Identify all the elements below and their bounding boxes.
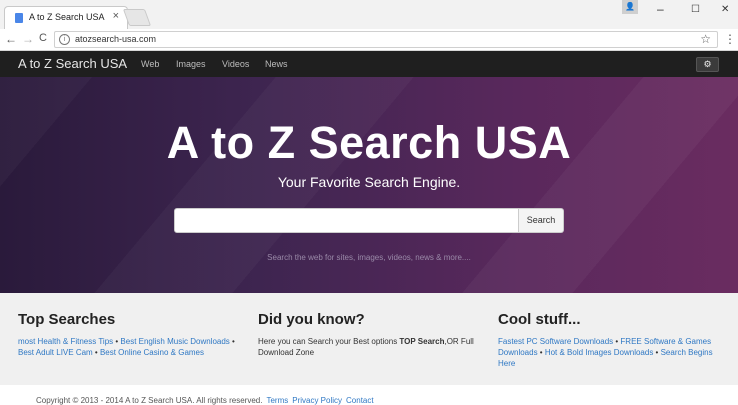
footer-link-privacy[interactable]: Privacy Policy <box>292 396 342 405</box>
browser-menu-icon[interactable]: ⋮ <box>724 32 736 46</box>
address-bar[interactable]: i atozsearch-usa.com ☆ <box>54 31 718 48</box>
top-searches-links: most Health & Fitness Tips • Best Englis… <box>18 337 235 357</box>
hero-title: A to Z Search USA <box>166 117 572 168</box>
cool-stuff-link[interactable]: Fastest PC Software Downloads <box>498 337 613 346</box>
nav-link-videos[interactable]: Videos <box>222 59 249 69</box>
maximize-button[interactable]: ☐ <box>691 4 700 15</box>
did-you-know-text-start: Here you can Search your Best options <box>258 337 400 346</box>
footer-link-contact[interactable]: Contact <box>346 396 374 405</box>
user-profile-icon[interactable]: 👤 <box>622 0 638 14</box>
top-search-link[interactable]: most Health & Fitness Tips <box>18 337 113 346</box>
cool-stuff-heading: Cool stuff... <box>498 311 581 328</box>
top-searches-column: Top Searches most Health & Fitness Tips … <box>18 311 243 358</box>
did-you-know-bold: TOP Search <box>399 337 445 346</box>
did-you-know-heading: Did you know? <box>258 311 365 328</box>
top-search-link[interactable]: Best English Music Downloads <box>120 337 229 346</box>
nav-link-web[interactable]: Web <box>141 59 159 69</box>
brand-link[interactable]: A to Z Search USA <box>18 56 127 71</box>
site-info-icon[interactable]: i <box>59 34 70 45</box>
site-navbar: A to Z Search USA Web Images Videos News… <box>0 51 738 77</box>
back-arrow-icon[interactable]: ← <box>5 32 17 46</box>
browser-tabstrip: A to Z Search USA × 👤 – ☐ ✕ <box>0 0 738 29</box>
cool-stuff-link[interactable]: Hot & Bold Images Downloads <box>545 348 654 357</box>
page-footer: Copyright © 2013 - 2014 A to Z Search US… <box>0 385 738 405</box>
footer-link-terms[interactable]: Terms <box>266 396 288 405</box>
hero-section: A to Z Search USA Your Favorite Search E… <box>0 77 738 293</box>
top-searches-heading: Top Searches <box>18 311 116 328</box>
settings-gear-icon[interactable]: ⚙ <box>696 57 719 72</box>
copyright-text: Copyright © 2013 - 2014 A to Z Search US… <box>36 396 263 405</box>
footer-line: Copyright © 2013 - 2014 A to Z Search US… <box>36 396 374 405</box>
tab-close-icon[interactable]: × <box>113 10 119 22</box>
browser-toolbar: ← → C i atozsearch-usa.com ☆ ⋮ <box>0 29 738 51</box>
nav-link-news[interactable]: News <box>265 59 288 69</box>
browser-tab[interactable]: A to Z Search USA × <box>4 6 128 29</box>
forward-arrow-icon[interactable]: → <box>22 32 34 46</box>
cool-stuff-links: Fastest PC Software Downloads • FREE Sof… <box>498 337 713 368</box>
close-window-button[interactable]: ✕ <box>721 4 729 15</box>
search-hint-text: Search the web for sites, images, videos… <box>267 253 471 262</box>
hero-subtitle: Your Favorite Search Engine. <box>277 174 461 190</box>
reload-icon[interactable]: C <box>39 32 47 44</box>
minimize-button[interactable]: – <box>657 2 664 16</box>
search-button[interactable]: Search <box>519 208 564 233</box>
info-section: Top Searches most Health & Fitness Tips … <box>0 293 738 385</box>
bookmark-star-icon[interactable]: ☆ <box>700 32 711 46</box>
url-text: atozsearch-usa.com <box>75 34 157 44</box>
did-you-know-column: Did you know? Here you can Search your B… <box>258 311 483 358</box>
did-you-know-text: Here you can Search your Best options TO… <box>258 336 483 358</box>
search-input[interactable] <box>174 208 519 233</box>
nav-link-images[interactable]: Images <box>176 59 206 69</box>
top-search-link[interactable]: Best Online Casino & Games <box>100 348 204 357</box>
top-search-link[interactable]: Best Adult LIVE Cam <box>18 348 93 357</box>
tab-title: A to Z Search USA <box>29 12 105 22</box>
cool-stuff-column: Cool stuff... Fastest PC Software Downlo… <box>498 311 723 369</box>
page-favicon-icon <box>15 13 23 23</box>
